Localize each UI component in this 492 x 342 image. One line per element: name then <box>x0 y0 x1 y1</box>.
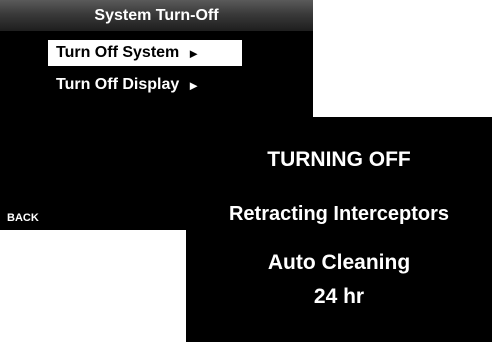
menu-item-label: Turn Off Display <box>56 76 180 93</box>
menu-item-label: Turn Off System <box>56 44 180 61</box>
menu-item-turn-off-system[interactable]: Turn Off System ► <box>48 40 242 66</box>
right-arrow-icon: ► <box>187 77 201 93</box>
menu-title-bar: System Turn-Off <box>0 0 313 31</box>
status-screen: TURNING OFF Retracting Interceptors Auto… <box>186 117 492 342</box>
auto-cleaning-label: Auto Cleaning <box>267 251 411 274</box>
menu-title: System Turn-Off <box>94 6 219 24</box>
status-title: TURNING OFF <box>267 148 411 171</box>
menu-item-turn-off-display[interactable]: Turn Off Display ► <box>48 72 200 98</box>
status-message: Retracting Interceptors <box>228 203 450 225</box>
back-button[interactable]: BACK <box>7 212 39 224</box>
right-arrow-icon: ► <box>187 45 201 61</box>
auto-cleaning-time: 24 hr <box>313 285 365 308</box>
